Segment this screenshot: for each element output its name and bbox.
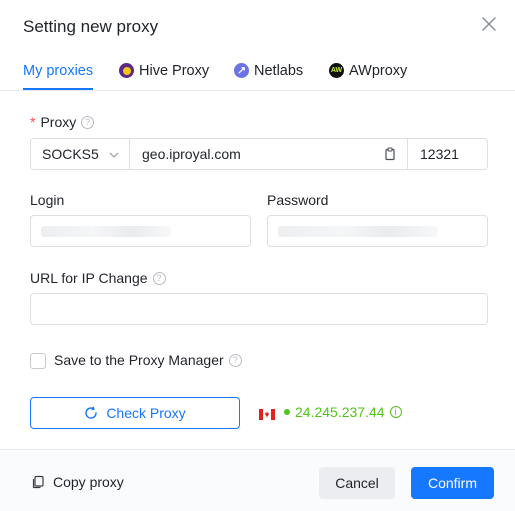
close-icon[interactable] (480, 15, 498, 33)
awproxy-logo-icon: AW (329, 63, 344, 78)
proxy-label-text: Proxy (40, 114, 77, 130)
tab-label: Netlabs (254, 62, 304, 79)
proxy-type-select[interactable]: SOCKS5 (31, 139, 130, 169)
url-change-label-text: URL for IP Change (30, 270, 148, 286)
canada-flag-icon (259, 407, 275, 420)
dialog-title: Setting new proxy (23, 17, 159, 36)
proxy-label: * Proxy ? (30, 114, 95, 130)
proxy-host-value: geo.iproyal.com (142, 146, 241, 162)
check-proxy-button[interactable]: Check Proxy (30, 397, 240, 429)
save-to-proxy-manager-checkbox[interactable] (30, 353, 46, 369)
copy-proxy-label: Copy proxy (53, 474, 124, 490)
proxy-port-input[interactable]: 12321 (407, 139, 487, 169)
proxy-source-tabs: My proxies Hive Proxy Netlabs AW AWproxy (0, 52, 515, 91)
proxy-settings-dialog: Setting new proxy My proxies Hive Proxy … (0, 0, 515, 511)
tab-my-proxies[interactable]: My proxies (23, 52, 94, 90)
confirm-button[interactable]: Confirm (411, 467, 494, 499)
refresh-icon (85, 406, 98, 419)
proxy-check-result: 24.245.237.44 i (259, 404, 402, 420)
help-icon[interactable]: ? (81, 115, 95, 129)
check-proxy-label: Check Proxy (106, 405, 186, 421)
url-change-label: URL for IP Change ? (30, 270, 166, 286)
url-change-input[interactable] (30, 293, 488, 325)
tab-netlabs[interactable]: Netlabs (234, 52, 303, 89)
proxy-host-input[interactable]: geo.iproyal.com (130, 139, 407, 169)
login-label: Login (30, 192, 65, 208)
dialog-footer: Copy proxy Cancel Confirm (0, 449, 515, 511)
password-input[interactable] (267, 215, 488, 247)
tab-label: Hive Proxy (139, 62, 210, 79)
help-icon[interactable]: ? (228, 353, 242, 367)
chevron-down-icon (109, 152, 119, 158)
redacted-password-value (278, 226, 438, 237)
info-icon[interactable]: i (389, 406, 402, 418)
hive-proxy-logo-icon (119, 63, 134, 78)
ip-address: 24.245.237.44 (295, 404, 385, 420)
save-label-text: Save to the Proxy Manager (54, 352, 224, 368)
copy-icon (32, 475, 44, 489)
cancel-button[interactable]: Cancel (319, 467, 395, 499)
tab-label: AWproxy (349, 62, 408, 79)
paste-icon[interactable] (383, 147, 397, 161)
status-dot (284, 409, 290, 415)
proxy-port-value: 12321 (420, 146, 459, 162)
required-mark: * (30, 114, 36, 130)
tab-label: My proxies (23, 62, 94, 79)
tab-hive-proxy[interactable]: Hive Proxy (119, 52, 209, 89)
help-icon[interactable]: ? (152, 271, 166, 285)
redacted-login-value (41, 226, 171, 237)
proxy-type-value: SOCKS5 (42, 146, 99, 162)
proxy-input-group: SOCKS5 geo.iproyal.com 12321 (30, 138, 488, 170)
tab-awproxy[interactable]: AW AWproxy (329, 52, 407, 89)
copy-proxy-button[interactable]: Copy proxy (31, 474, 124, 490)
netlabs-logo-icon (234, 63, 249, 78)
password-label: Password (267, 192, 329, 208)
save-to-proxy-manager-label: Save to the Proxy Manager ? (54, 352, 242, 368)
login-input[interactable] (30, 215, 251, 247)
